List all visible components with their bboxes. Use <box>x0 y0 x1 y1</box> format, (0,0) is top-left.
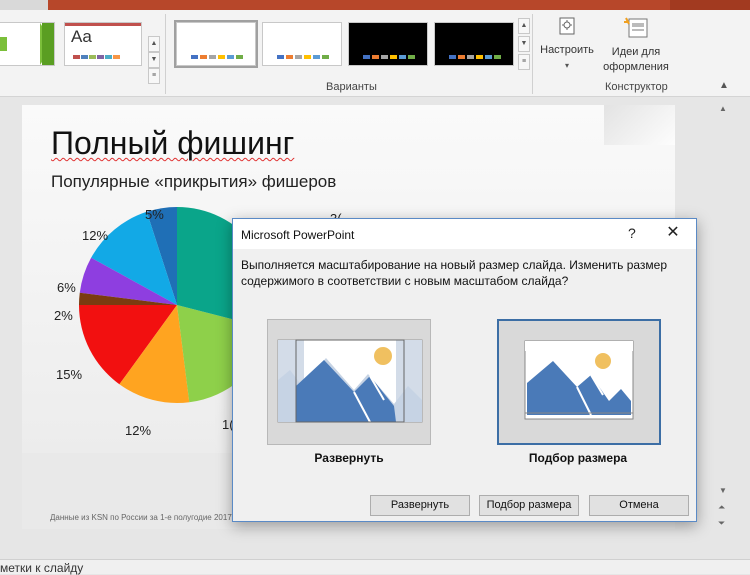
pie-label: 6% <box>57 280 76 295</box>
variant-color-swatch <box>363 55 370 59</box>
variant-color-swatch <box>322 55 329 59</box>
variant-color-swatch <box>494 55 501 59</box>
variant-color-swatch <box>458 55 465 59</box>
scroll-down-icon[interactable]: ▼ <box>719 486 727 495</box>
vertical-scrollbar[interactable]: ▲ ▼ ⏶ ⏷ <box>717 104 731 544</box>
variant-color-swatch <box>236 55 243 59</box>
scale-dialog: Microsoft PowerPoint ? ✕ Выполняется мас… <box>232 218 697 522</box>
tab-strip-right <box>670 0 750 10</box>
tab-strip-left <box>0 0 48 10</box>
variant-thumbnail[interactable] <box>348 22 428 66</box>
customize-label: Настроить <box>540 44 594 56</box>
variant-color-swatch <box>467 55 474 59</box>
notes-bar[interactable] <box>0 559 750 574</box>
pie-label: 5% <box>145 207 164 222</box>
pie-label: 12% <box>125 423 152 438</box>
fit-option[interactable] <box>497 319 661 445</box>
customize-icon <box>559 17 575 35</box>
variant-color-swatch <box>485 55 492 59</box>
collapse-ribbon-icon[interactable]: ▲ <box>719 80 729 91</box>
pie-label: 15% <box>56 367 83 382</box>
variant-color-swatch <box>218 55 225 59</box>
dialog-title: Microsoft PowerPoint <box>241 228 355 242</box>
variant-color-swatch <box>313 55 320 59</box>
ribbon: Aa ▲ ▼ ≡ ▲ ▼ ≡ Варианты Настроить ▾ Идеи… <box>0 10 750 97</box>
dialog-message: Выполняется масштабирование на новый раз… <box>241 258 668 288</box>
dropdown-arrow-icon: ▾ <box>564 61 569 70</box>
design-ideas-label-1: Идеи для <box>611 46 661 58</box>
theme-sample-text: Aa <box>71 27 92 46</box>
variant-color-swatch <box>399 55 406 59</box>
ribbon-tab-strip <box>0 0 750 10</box>
variant-color-swatch <box>209 55 216 59</box>
variant-color-swatch <box>227 55 234 59</box>
variant-color-swatch <box>449 55 456 59</box>
maximize-option-label: Развернуть <box>314 451 384 465</box>
design-ideas-button[interactable]: Идеи для оформления <box>600 16 672 75</box>
variant-thumbnail[interactable] <box>434 22 514 66</box>
fit-button[interactable]: Подбор размера <box>479 495 579 516</box>
maximize-preview-icon <box>277 339 423 423</box>
variant-color-swatch <box>286 55 293 59</box>
next-slide-icon[interactable]: ⏷ <box>718 518 725 529</box>
variant-scroll-down[interactable]: ▼ <box>518 36 530 52</box>
variant-gallery-more[interactable]: ≡ <box>518 54 530 70</box>
variant-color-swatch <box>372 55 379 59</box>
theme-scroll-up[interactable]: ▲ <box>148 36 160 52</box>
variant-color-swatch <box>304 55 311 59</box>
theme-scroll-down[interactable]: ▼ <box>148 52 160 68</box>
slide-footer: Данные из KSN по России за 1-е полугодие… <box>50 513 232 522</box>
fit-option-label: Подбор размера <box>528 451 628 465</box>
maximize-option[interactable] <box>267 319 431 445</box>
design-ideas-label-2: оформления <box>603 61 669 73</box>
variant-scroll-up[interactable]: ▲ <box>518 18 530 34</box>
designer-group-label: Конструктор <box>605 81 668 93</box>
variant-color-swatch <box>476 55 483 59</box>
close-button[interactable]: ✕ <box>661 223 685 243</box>
variants-group-label: Варианты <box>326 81 377 93</box>
variant-thumbnail[interactable] <box>174 20 258 68</box>
design-ideas-icon <box>624 17 648 38</box>
variant-color-swatch <box>408 55 415 59</box>
aa-theme-thumbnail[interactable]: Aa <box>64 22 142 66</box>
variant-color-swatch <box>200 55 207 59</box>
cancel-button[interactable]: Отмена <box>589 495 689 516</box>
variant-color-swatch <box>381 55 388 59</box>
pie-label: 12% <box>82 228 109 243</box>
prev-slide-icon[interactable]: ⏶ <box>718 502 725 513</box>
fit-preview-icon <box>524 340 634 420</box>
green-theme-thumbnail[interactable] <box>0 22 55 66</box>
scroll-up-icon[interactable]: ▲ <box>719 104 727 113</box>
help-button[interactable]: ? <box>628 225 636 241</box>
customize-button[interactable]: Настроить ▾ <box>536 16 598 73</box>
variant-color-swatch <box>191 55 198 59</box>
ribbon-divider <box>165 14 166 94</box>
variant-color-swatch <box>390 55 397 59</box>
variant-color-swatch <box>277 55 284 59</box>
variant-thumbnail[interactable] <box>262 22 342 66</box>
theme-gallery-more[interactable]: ≡ <box>148 68 160 84</box>
ribbon-divider <box>532 14 533 94</box>
variant-color-swatch <box>295 55 302 59</box>
maximize-button[interactable]: Развернуть <box>370 495 470 516</box>
pie-label: 2% <box>54 308 73 323</box>
